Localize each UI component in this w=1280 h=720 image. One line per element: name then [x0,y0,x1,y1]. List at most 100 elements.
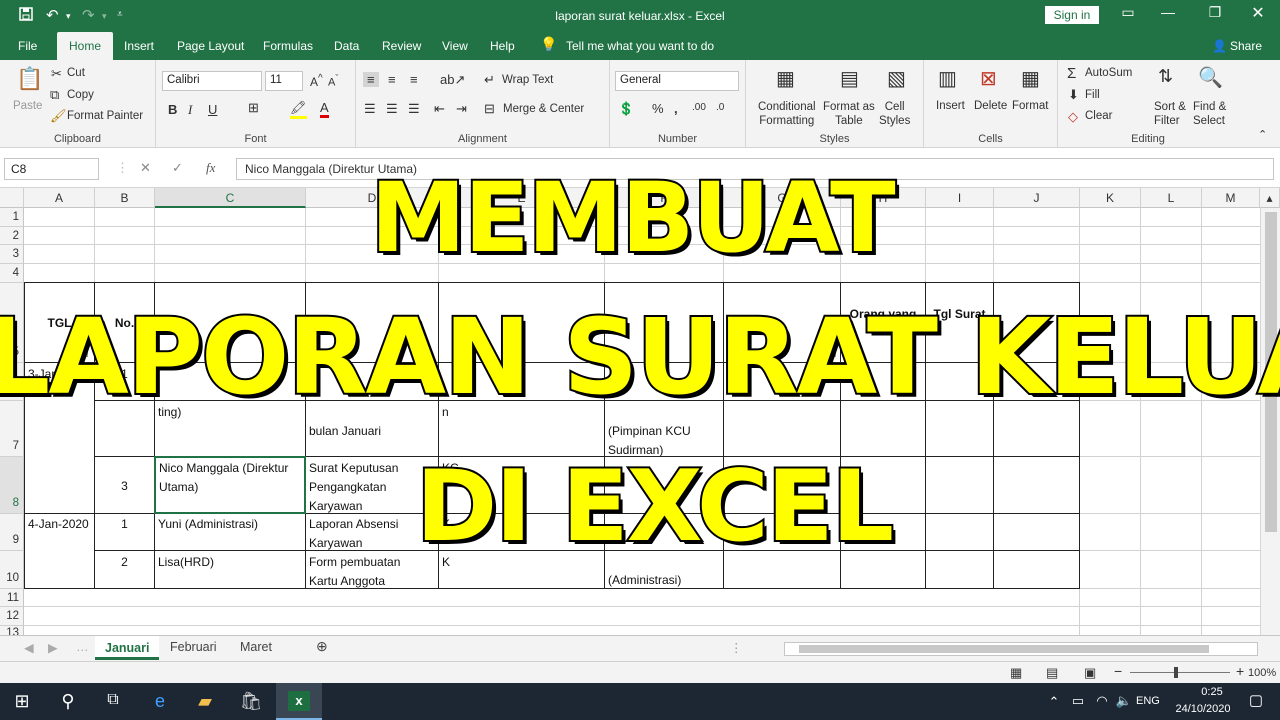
merge-center-icon[interactable]: ⊟ [484,101,495,117]
collapse-ribbon-icon[interactable]: ⌃ [1258,128,1267,141]
tab-split-icon[interactable]: ⋮ [730,640,743,655]
cut-icon[interactable]: ✂ [51,66,62,82]
bold-icon[interactable]: B [168,102,177,117]
more-sheets-icon[interactable]: … [76,640,89,654]
file-explorer-icon[interactable]: ▰ [193,691,217,712]
share-button[interactable]: Share [1230,39,1262,53]
edge-browser-icon[interactable]: e [148,691,172,712]
tab-review[interactable]: Review [382,39,421,53]
store-icon[interactable]: 🛍 [239,691,263,712]
font-name-select[interactable]: Calibri [162,71,262,91]
comma-style-icon[interactable]: , [674,101,678,116]
align-right-icon[interactable]: ☰ [408,101,420,117]
sheet-tab-februari[interactable]: Februari [170,640,217,654]
format-cells-button[interactable]: Format [1012,100,1048,112]
wrap-text-button[interactable]: Wrap Text [502,74,553,86]
format-as-table-icon[interactable]: ▤ [840,66,859,91]
increase-decimal-icon[interactable]: .00 [692,102,706,113]
font-color-icon[interactable]: A [320,100,329,118]
sheet-tab-januari[interactable]: Januari [95,636,160,660]
bottom-align-icon[interactable]: ≡ [410,72,418,87]
next-sheet-icon[interactable]: ▶ [48,640,58,655]
tab-formulas[interactable]: Formulas [263,39,313,53]
font-size-select[interactable]: 11 [265,71,303,91]
paste-button[interactable]: Paste [13,100,42,112]
tab-help[interactable]: Help [490,39,515,53]
percent-icon[interactable]: % [652,101,664,116]
receiver-cell[interactable]: (Administrasi) [605,570,723,591]
row-header[interactable]: 13 [0,626,24,635]
share-icon[interactable]: 👤 [1212,39,1227,53]
copy-button[interactable]: Copy [67,89,94,101]
zoom-out-icon[interactable]: − [1114,663,1122,679]
tell-me-search[interactable]: Tell me what you want to do [566,39,714,53]
clock-time[interactable]: 0:25 [1186,686,1238,698]
tab-page-layout[interactable]: Page Layout [177,39,244,53]
maximize-button[interactable]: ❐ [1195,4,1235,21]
borders-icon[interactable]: ⊞ [248,100,259,116]
ribbon-display-icon[interactable]: ▭ [1108,4,1148,21]
conditional-formatting-button[interactable]: Conditional Formatting [758,100,816,128]
insert-cells-button[interactable]: Insert [936,100,965,112]
find-select-icon[interactable]: 🔍 [1198,65,1223,90]
decrease-font-icon[interactable]: Aˇ [328,73,338,89]
language-indicator[interactable]: ENG [1136,695,1160,707]
sort-filter-button[interactable]: Sort & Filter [1154,100,1186,128]
excel-taskbar-button[interactable]: x [276,683,322,720]
fill-color-icon[interactable]: 🖍 [290,100,307,119]
tab-home[interactable]: Home [57,32,114,60]
page-layout-view-icon[interactable]: ▤ [1046,665,1058,681]
autosum-button[interactable]: AutoSum [1085,67,1132,79]
paste-icon[interactable]: 📋 [16,66,43,92]
format-painter-icon[interactable]: 🖌 [50,108,67,124]
wifi-icon[interactable]: ◠ [1090,693,1114,709]
battery-icon[interactable]: ▭ [1066,693,1090,709]
sort-filter-icon[interactable]: ⇅ [1158,66,1173,87]
increase-font-icon[interactable]: A^ [310,73,323,89]
italic-icon[interactable]: I [188,102,192,118]
clear-icon[interactable]: ◇ [1068,109,1078,125]
middle-align-icon[interactable]: ≡ [388,72,396,87]
cut-button[interactable]: Cut [67,67,85,79]
format-as-table-button[interactable]: Format as Table [823,100,875,128]
accounting-format-icon[interactable]: 💲 [618,101,634,117]
sign-in-button[interactable]: Sign in [1045,6,1099,24]
format-cells-icon[interactable]: ▦ [1021,66,1040,91]
normal-view-icon[interactable]: ▦ [1010,665,1022,681]
task-view-icon[interactable]: ⧉ [101,691,125,709]
increase-indent-icon[interactable]: ⇥ [456,101,467,117]
cell-styles-icon[interactable]: ▧ [887,66,906,91]
notification-icon[interactable]: ▢ [1244,691,1268,709]
row-header[interactable]: 11 [0,589,24,607]
number-format-select[interactable]: General [615,71,739,91]
page-break-view-icon[interactable]: ▣ [1084,665,1096,681]
delete-cells-button[interactable]: Delete [974,100,1007,112]
top-align-icon[interactable]: ≡ [363,72,379,87]
align-left-icon[interactable]: ☰ [364,101,376,117]
conditional-formatting-icon[interactable]: ▦ [776,66,795,91]
windows-start-icon[interactable]: ⊞ [10,691,34,712]
zoom-level[interactable]: 100% [1248,667,1276,679]
find-select-button[interactable]: Find & Select [1193,100,1226,128]
orientation-icon[interactable]: ab↗ [440,72,465,88]
volume-icon[interactable]: 🔈 [1112,693,1136,709]
prev-sheet-icon[interactable]: ◀ [24,640,34,655]
tab-data[interactable]: Data [334,39,359,53]
decrease-indent-icon[interactable]: ⇤ [434,101,445,117]
zoom-slider[interactable] [1130,672,1230,673]
wrap-text-icon[interactable]: ↵ [484,72,495,88]
tab-file[interactable]: File [18,39,37,53]
merge-center-button[interactable]: Merge & Center [503,103,584,115]
copy-icon[interactable]: ⧉ [50,87,59,103]
new-sheet-icon[interactable]: ⊕ [316,638,328,655]
horizontal-scrollbar-thumb[interactable] [799,645,1209,653]
fill-button[interactable]: Fill [1085,89,1100,101]
fill-icon[interactable]: ⬇ [1068,87,1079,103]
row-header[interactable]: 12 [0,607,24,626]
search-icon[interactable]: ⚲ [56,691,80,712]
clear-button[interactable]: Clear [1085,110,1112,122]
horizontal-scrollbar[interactable] [784,642,1258,656]
align-center-icon[interactable]: ☰ [386,101,398,117]
zoom-slider-thumb[interactable] [1174,667,1178,678]
cell-styles-button[interactable]: Cell Styles [879,100,910,128]
